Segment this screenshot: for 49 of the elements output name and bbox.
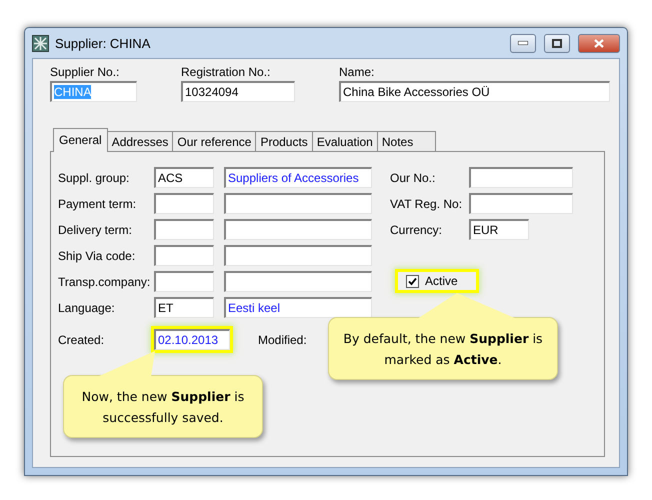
text-field[interactable] — [469, 193, 573, 214]
field-label: Suppl. group: — [58, 170, 130, 184]
code-field[interactable] — [154, 271, 214, 292]
tab[interactable]: Notes — [376, 131, 436, 152]
code-field[interactable]: ACS — [154, 167, 214, 188]
text-field[interactable]: China Bike Accessories OÜ — [339, 81, 610, 102]
tab[interactable]: General — [53, 128, 108, 152]
code-field[interactable] — [154, 219, 214, 240]
maximize-icon — [552, 38, 562, 48]
window-title: Supplier: CHINA — [55, 36, 152, 50]
app-icon — [32, 34, 49, 52]
text-field[interactable]: EUR — [469, 219, 529, 240]
field-label: Our No.: — [390, 170, 436, 184]
field-label: Name: — [339, 65, 376, 79]
field-label: Payment term: — [58, 196, 138, 210]
minimize-button[interactable] — [510, 34, 536, 52]
maximize-button[interactable] — [544, 34, 570, 52]
active-checkbox[interactable]: Active — [398, 272, 476, 290]
field-label: Supplier No.: — [50, 65, 120, 79]
field-label: Currency: — [390, 222, 444, 236]
text-field[interactable] — [469, 167, 573, 188]
tab[interactable]: Evaluation — [312, 131, 378, 152]
minimize-icon — [518, 41, 528, 45]
close-icon — [594, 38, 604, 48]
field-label: Delivery term: — [58, 222, 134, 236]
field-label: Language: — [58, 300, 116, 314]
code-field[interactable] — [154, 193, 214, 214]
code-field[interactable]: ET — [154, 297, 214, 318]
tab[interactable]: Addresses — [106, 131, 174, 152]
field-label: VAT Reg. No: — [390, 196, 464, 210]
description-field[interactable]: Eesti keel — [224, 297, 372, 318]
description-field[interactable] — [224, 193, 372, 214]
checkmark-icon — [408, 276, 417, 286]
description-field[interactable] — [224, 219, 372, 240]
field-label: Created: — [58, 332, 106, 346]
callout-pointer — [97, 351, 155, 377]
field-label: Registration No.: — [181, 65, 272, 79]
field-label: Ship Via code: — [58, 248, 136, 262]
date-field[interactable]: 02.10.2013 — [154, 329, 230, 350]
description-field[interactable] — [224, 245, 372, 266]
field-label: Transp.company: — [58, 274, 152, 288]
close-button[interactable] — [578, 34, 620, 52]
description-field[interactable] — [224, 271, 372, 292]
code-field[interactable] — [154, 245, 214, 266]
text-field[interactable]: 10324094 — [181, 81, 295, 102]
tab[interactable]: Products — [255, 131, 313, 152]
tab[interactable]: Our reference — [172, 131, 256, 152]
field-label: Modified: — [258, 332, 307, 346]
description-field[interactable]: Suppliers of Accessories — [224, 167, 372, 188]
